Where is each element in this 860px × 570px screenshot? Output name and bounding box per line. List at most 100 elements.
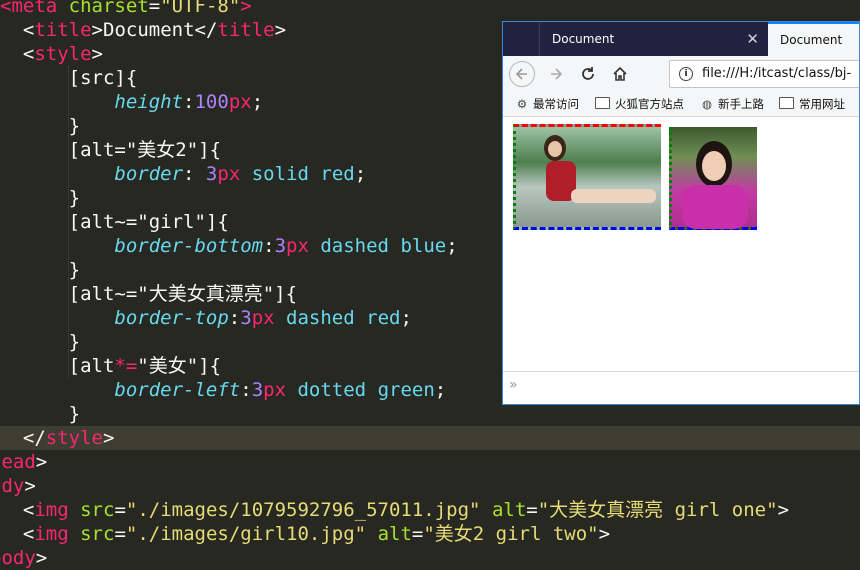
code-token: head [0, 451, 36, 473]
code-line: <meta charset="UTF-8"> [0, 0, 252, 18]
site-info-icon[interactable]: i [679, 67, 693, 81]
code-token: > [274, 19, 287, 41]
code-line: [alt="美女2"]{ [0, 138, 221, 162]
code-token: px [228, 91, 252, 113]
code-line: [alt*="美女"]{ [0, 354, 221, 378]
code-token: charset [68, 0, 149, 17]
code-token: img [34, 499, 69, 521]
code-token: 100 [194, 91, 229, 113]
bookmark-firefox-official[interactable]: 火狐官方站点 [595, 92, 684, 116]
tab-document-inactive[interactable]: Document ✕ [539, 22, 767, 56]
code-token: < [22, 43, 35, 65]
code-token: > [24, 475, 36, 497]
code-token: ; [446, 235, 458, 257]
browser-window: Document ✕ Document i file:///H:/itcast/… [502, 21, 860, 405]
code-line: } [0, 258, 80, 282]
current-line-highlight [0, 426, 860, 450]
code-token: img [34, 523, 69, 545]
code-line: [alt~="大美女真漂亮"]{ [0, 282, 297, 306]
code-token: > [102, 427, 115, 449]
code-token: src [80, 523, 115, 545]
close-tab-icon[interactable]: ✕ [746, 22, 759, 56]
tab-document-active[interactable]: Document [768, 22, 859, 56]
bookmark-common-sites[interactable]: 常用网址 [779, 92, 845, 116]
code-token: border-bottom [114, 235, 264, 257]
page-content [503, 117, 859, 371]
code-token: </ [22, 427, 46, 449]
code-token: "大美女真漂亮 girl one" [537, 499, 778, 521]
code-token: title [34, 19, 92, 41]
code-line: } [0, 186, 80, 210]
code-token: px [217, 163, 241, 185]
reload-icon[interactable] [575, 61, 601, 87]
chevron-right-icon[interactable]: » [509, 377, 518, 393]
bookmarks-toolbar: ⚙ 最常访问 火狐官方站点 ◍ 新手上路 常用网址 [503, 92, 859, 117]
code-line: border-left:3px dotted green; [0, 378, 446, 402]
code-token: [src]{ [68, 67, 138, 89]
tab-bar: Document ✕ Document [503, 22, 859, 56]
code-token: 3 [240, 307, 252, 329]
code-token: alt [491, 499, 527, 521]
code-line: [alt~="girl"]{ [0, 210, 229, 234]
code-token: 3 [205, 163, 218, 185]
forward-arrow-icon[interactable] [543, 61, 569, 87]
globe-icon: ◍ [701, 97, 713, 111]
code-line: </style> [0, 426, 115, 450]
code-token: "./images/1079592796_57011.jpg" [125, 499, 481, 521]
code-token: : [228, 307, 241, 329]
code-token: ody [0, 475, 25, 497]
folder-icon [779, 97, 794, 109]
code-line: height:100px; [0, 90, 263, 114]
code-token: [alt [68, 355, 115, 377]
code-line: border-top:3px dashed red; [0, 306, 412, 330]
code-token: } [68, 259, 81, 281]
bookmark-most-visited[interactable]: ⚙ 最常访问 [515, 92, 579, 116]
code-token: "UTF-8" [160, 0, 241, 17]
code-token: green [377, 379, 435, 401]
code-token: px [286, 235, 309, 257]
code-token: 3 [274, 235, 287, 257]
code-line: } [0, 114, 80, 138]
code-token: dotted [297, 379, 367, 401]
code-token: > [35, 451, 48, 473]
code-token: : [240, 379, 252, 401]
code-line: [src]{ [0, 66, 138, 90]
code-line: } [0, 330, 80, 354]
tab-label: Document [780, 33, 843, 47]
code-token: px [263, 379, 287, 401]
code-token: dashed [320, 235, 389, 257]
code-token: : [183, 163, 206, 185]
code-token: alt [377, 523, 412, 545]
gear-icon: ⚙ [516, 97, 528, 111]
bookmark-getting-started[interactable]: ◍ 新手上路 [700, 92, 764, 116]
url-text: file:///H:/itcast/class/bj- [702, 66, 852, 81]
back-arrow-icon[interactable] [509, 61, 535, 87]
code-token: = [411, 523, 424, 545]
home-icon[interactable] [607, 61, 633, 87]
code-line: head> [0, 450, 47, 474]
address-bar[interactable]: i file:///H:/itcast/class/bj- [669, 60, 859, 88]
code-token: ; [251, 91, 264, 113]
folder-icon [595, 97, 610, 109]
code-line: <img src="./images/1079592796_57011.jpg"… [0, 498, 789, 522]
code-line: <style> [0, 42, 103, 66]
code-token: ; [400, 307, 412, 329]
